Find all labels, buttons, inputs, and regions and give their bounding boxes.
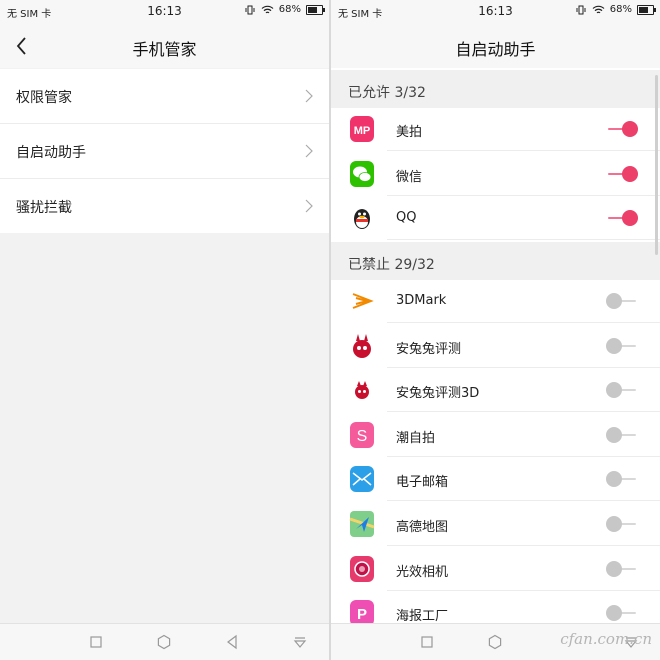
- autostart-toggle[interactable]: [606, 209, 638, 227]
- wechat-icon: [350, 160, 374, 187]
- 3dmark-icon: [352, 293, 374, 309]
- menu-item-autostart[interactable]: 自启动助手: [0, 124, 329, 179]
- toggle-knob: [606, 293, 622, 309]
- app-name: 3DMark: [396, 293, 447, 308]
- autostart-toggle[interactable]: [606, 165, 638, 183]
- toggle-knob: [606, 426, 622, 443]
- app-name: 安兔兔评测3D: [396, 386, 480, 402]
- manager-menu: 权限管家 自启动助手 骚扰拦截: [0, 69, 329, 233]
- app-name: 高德地图: [396, 520, 449, 535]
- autostart-toggle[interactable]: [606, 470, 638, 488]
- toggle-knob: [622, 210, 638, 227]
- qq-icon: [354, 209, 370, 230]
- scrollbar[interactable]: [655, 75, 658, 255]
- title-bar: 自启动助手: [331, 24, 660, 68]
- blocked-count-label: 已禁止 29/32: [348, 257, 435, 273]
- battery-percent: 68%: [278, 4, 301, 15]
- allowed-section-header: 已允许 3/32: [331, 70, 660, 108]
- battery-icon: [306, 4, 325, 15]
- vibrate-icon: [245, 5, 255, 14]
- svg-text:P: P: [357, 606, 367, 623]
- app-name: 潮自拍: [396, 430, 436, 446]
- app-name: 海报工厂: [396, 609, 449, 625]
- autostart-toggle[interactable]: [606, 292, 638, 310]
- watermark: cfan.com.cn: [560, 630, 652, 648]
- notification-shade-icon[interactable]: [292, 634, 308, 650]
- app-row: 电子邮箱: [331, 457, 660, 502]
- menu-item-label: 权限管家: [16, 90, 72, 106]
- menu-item-permission[interactable]: 权限管家: [0, 69, 329, 124]
- allowed-count-label: 已允许 3/32: [348, 85, 426, 101]
- chevron-right-icon: [305, 89, 313, 103]
- autostart-toggle[interactable]: [606, 426, 638, 444]
- home-icon[interactable]: [156, 634, 172, 650]
- recent-apps-icon[interactable]: [419, 634, 435, 650]
- svg-text:MP: MP: [354, 125, 371, 137]
- toggle-knob: [606, 605, 622, 622]
- chevron-right-icon: [305, 199, 313, 213]
- toggle-knob: [622, 165, 638, 182]
- autostart-toggle[interactable]: [606, 120, 638, 138]
- app-name: 安兔兔评测: [396, 341, 462, 357]
- app-row: QQ: [331, 196, 660, 241]
- antutu-3d-icon: [355, 381, 369, 400]
- menu-item-harassment[interactable]: 骚扰拦截: [0, 179, 329, 233]
- menu-item-label: 自启动助手: [16, 145, 86, 161]
- phone-manager-screen: 无 SIM 卡 16:13 68% 手机管家 权限管家 自启动助手 骚扰拦截: [0, 0, 329, 660]
- navigation-bar: cfan.com.cn: [331, 623, 660, 660]
- page-title: 自启动助手: [455, 40, 536, 59]
- app-name: 光效相机: [396, 564, 449, 580]
- app-name: 美拍: [396, 125, 423, 140]
- chevron-right-icon: [305, 144, 313, 158]
- app-row: 高德地图: [331, 502, 660, 546]
- row-divider: [387, 239, 660, 241]
- app-name: QQ: [396, 210, 417, 226]
- app-row: 3DMark: [331, 279, 660, 323]
- autostart-assistant-screen: 无 SIM 卡 16:13 68% 自启动助手 已允许 3/32 MP 美拍微信 Q…: [331, 0, 660, 660]
- app-row: 安兔兔评测3D: [331, 368, 660, 413]
- vibrate-icon: [576, 5, 586, 14]
- app-row: MP 美拍: [331, 107, 660, 151]
- amap-icon: [349, 511, 375, 537]
- recent-apps-icon[interactable]: [88, 634, 104, 650]
- wifi-icon: [592, 5, 605, 13]
- autostart-toggle[interactable]: [606, 560, 638, 578]
- app-row: 光效相机: [331, 547, 660, 591]
- meipai-icon: MP: [350, 116, 374, 142]
- status-bar: 无 SIM 卡 16:13 68%: [331, 0, 660, 24]
- toggle-knob: [606, 516, 622, 532]
- blocked-section-header: 已禁止 29/32: [331, 242, 660, 280]
- app-row: S 潮自拍: [331, 413, 660, 457]
- navigation-bar: [0, 623, 329, 660]
- wifi-icon: [261, 5, 274, 13]
- title-bar: 手机管家: [0, 24, 329, 68]
- autostart-toggle[interactable]: [606, 381, 638, 399]
- antutu-icon: [353, 333, 371, 358]
- home-icon[interactable]: [487, 634, 503, 650]
- battery-icon: [637, 4, 656, 15]
- camera-icon: [350, 555, 374, 582]
- toggle-knob: [606, 560, 622, 577]
- toggle-knob: [606, 337, 622, 354]
- app-name: 电子邮箱: [396, 475, 449, 491]
- toggle-knob: [622, 121, 638, 137]
- app-name: 微信: [396, 169, 423, 185]
- page-title: 手机管家: [132, 40, 197, 59]
- autostart-toggle[interactable]: [606, 604, 638, 622]
- app-row: 微信: [331, 152, 660, 196]
- battery-percent: 68%: [609, 4, 632, 15]
- chaozipai-icon: S: [350, 421, 374, 448]
- menu-item-label: 骚扰拦截: [16, 200, 72, 216]
- email-icon: [350, 466, 374, 493]
- autostart-toggle[interactable]: [606, 515, 638, 533]
- toggle-knob: [606, 471, 622, 488]
- app-row: 安兔兔评测: [331, 324, 660, 368]
- status-bar: 无 SIM 卡 16:13 68%: [0, 0, 329, 24]
- back-icon[interactable]: [224, 634, 240, 650]
- svg-text:S: S: [357, 428, 368, 445]
- autostart-toggle[interactable]: [606, 337, 638, 355]
- toggle-knob: [606, 382, 622, 399]
